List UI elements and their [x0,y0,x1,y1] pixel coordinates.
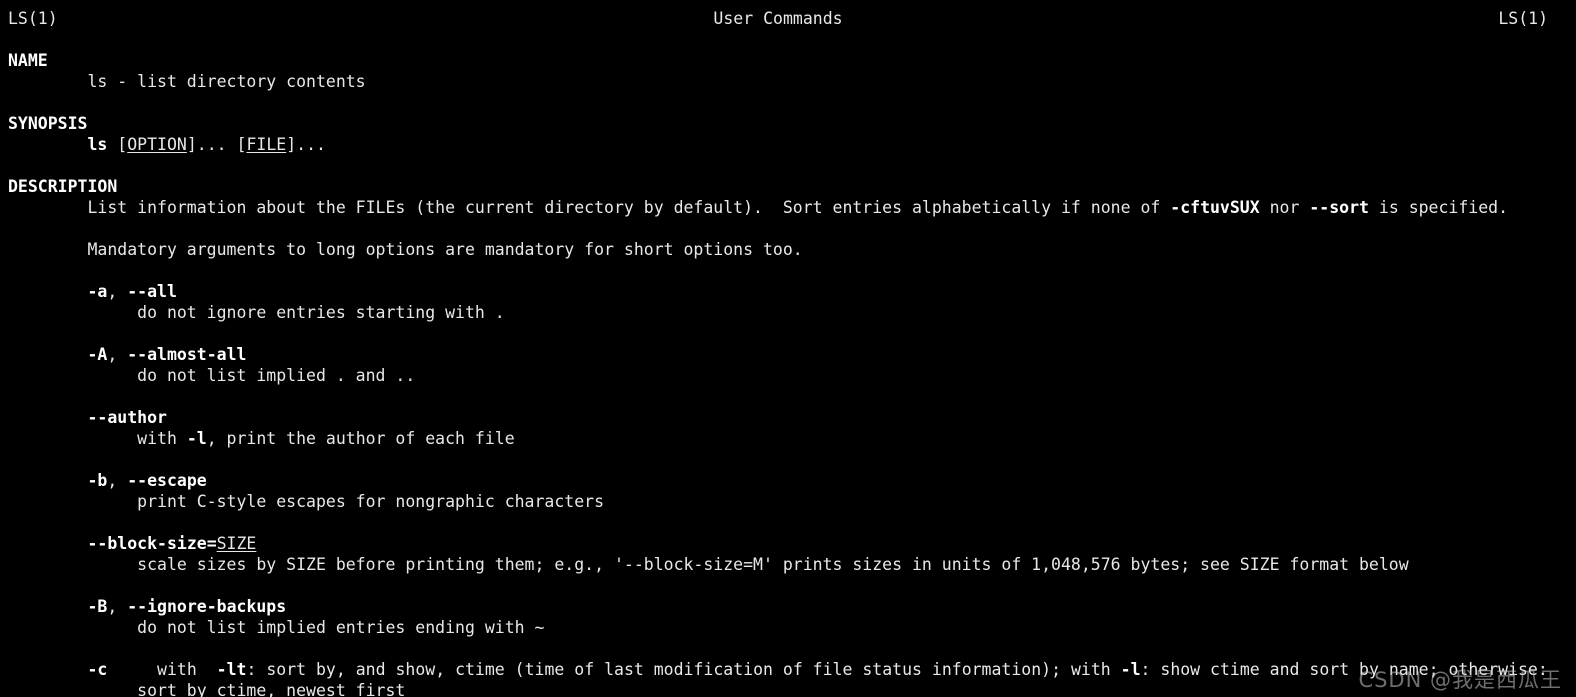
option-indent [8,345,87,364]
option-desc-bold-l: -l [1120,660,1141,679]
terminal-window: LS(1) User Commands LS(1) NAME ls - list… [0,0,1576,697]
option-desc-almost-all: do not list implied . and .. [8,366,416,385]
synopsis-option-arg: OPTION [127,135,187,154]
section-heading-synopsis: SYNOPSIS [0,113,1576,134]
option-desc-tail: : show ctime and sort by name; otherwise… [1140,660,1548,679]
option-short-flag: -A [87,345,108,364]
option-desc-bold-flag: -l [186,429,207,448]
section-label-synopsis: SYNOPSIS [8,114,88,133]
header-right: LS(1) [1498,9,1548,28]
option-gap: with [107,660,217,679]
option-indent [8,660,87,679]
option-desc-block-size: scale sizes by SIZE before printing them… [8,555,1409,574]
option-term-a: -a, --all [0,281,1576,302]
description-sortflags-bold: -cftuvSUX [1170,198,1260,217]
section-heading-description: DESCRIPTION [0,176,1576,197]
section-label-description: DESCRIPTION [8,177,118,196]
option-long-flag: --ignore-backups [127,597,287,616]
synopsis-indent [8,135,87,154]
section-heading-name: NAME [0,50,1576,71]
option-short-flag: -a [87,282,108,301]
option-desc-bold-lt: -lt [216,660,247,679]
synopsis-mid: ]... [ [186,135,247,154]
option-term-c: -c with -lt: sort by, and show, ctime (t… [0,659,1576,680]
header-center-title: User Commands [713,9,843,28]
synopsis-command: ls [87,135,108,154]
name-body: ls - list directory contents [8,72,366,91]
man-page-header: LS(1) User Commands LS(1) [0,8,1576,29]
option-separator: , [107,282,128,301]
option-indent [8,408,87,427]
option-indent [8,282,87,301]
option-long-flag: --block-size= [87,534,217,553]
man-page-content: LS(1) User Commands LS(1) NAME ls - list… [0,8,1576,697]
option-term-escape: -b, --escape [0,470,1576,491]
option-arg-size: SIZE [216,534,257,553]
header-left: LS(1) [8,9,58,28]
option-indent [8,597,87,616]
option-long-flag: --all [127,282,177,301]
option-separator: , [107,471,128,490]
option-term-author: --author [0,407,1576,428]
option-desc-author: with -l, print the author of each file [0,428,1576,449]
description-text-pre: List information about the FILEs (the cu… [8,198,1171,217]
option-desc-c-continued: sort by ctime, newest first [8,681,406,697]
option-term-block-size: --block-size=SIZE [0,533,1576,554]
option-desc-escape: print C-style escapes for nongraphic cha… [8,492,605,511]
description-paragraph-2: Mandatory arguments to long options are … [8,240,803,259]
option-term-ignore-backups: -B, --ignore-backups [0,596,1576,617]
option-short-flag: -c [87,660,108,679]
option-desc-mid: : sort by, and show, ctime (time of last… [246,660,1121,679]
option-indent [8,534,87,553]
option-long-flag: --author [87,408,167,427]
option-desc-pre: with [8,429,187,448]
section-label-name: NAME [8,51,48,70]
option-indent [8,471,87,490]
description-paragraph-1: List information about the FILEs (the cu… [0,197,1576,218]
option-term-almost-all: -A, --almost-all [0,344,1576,365]
description-sort-bold: --sort [1309,198,1369,217]
synopsis-tail: ]... [286,135,326,154]
synopsis-file-arg: FILE [246,135,287,154]
description-text-post: is specified. [1368,198,1509,217]
synopsis-body: ls [OPTION]... [FILE]... [0,134,1576,155]
option-desc-ignore-backups: do not list implied entries ending with … [8,618,545,637]
option-separator: , [107,597,128,616]
option-desc-a: do not ignore entries starting with . [8,303,505,322]
description-text-mid: nor [1259,198,1310,217]
option-long-flag: --almost-all [127,345,247,364]
option-short-flag: -b [87,471,108,490]
synopsis-space: [ [107,135,128,154]
option-short-flag: -B [87,597,108,616]
option-long-flag: --escape [127,471,207,490]
option-separator: , [107,345,128,364]
option-desc-post: , print the author of each file [206,429,515,448]
